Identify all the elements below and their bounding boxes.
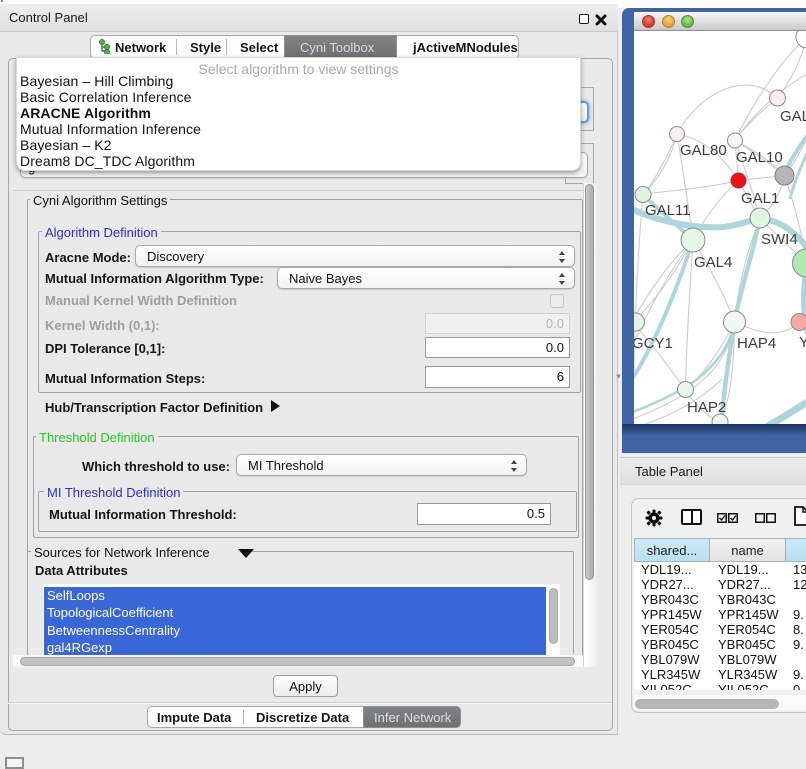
svg-text:GAL7: GAL7: [780, 108, 806, 125]
svg-text:HAP4: HAP4: [737, 335, 776, 352]
svg-text:GAL4: GAL4: [694, 254, 732, 271]
svg-text:HAP2: HAP2: [687, 399, 726, 416]
svg-text:GAL1: GAL1: [741, 190, 779, 207]
svg-text:GAL80: GAL80: [680, 142, 727, 159]
svg-text:GAL11: GAL11: [645, 202, 691, 219]
svg-text:Y: Y: [799, 334, 806, 351]
svg-text:GAL10: GAL10: [736, 149, 783, 166]
svg-text:SWI4: SWI4: [761, 231, 798, 248]
svg-text:GCY1: GCY1: [634, 335, 673, 352]
